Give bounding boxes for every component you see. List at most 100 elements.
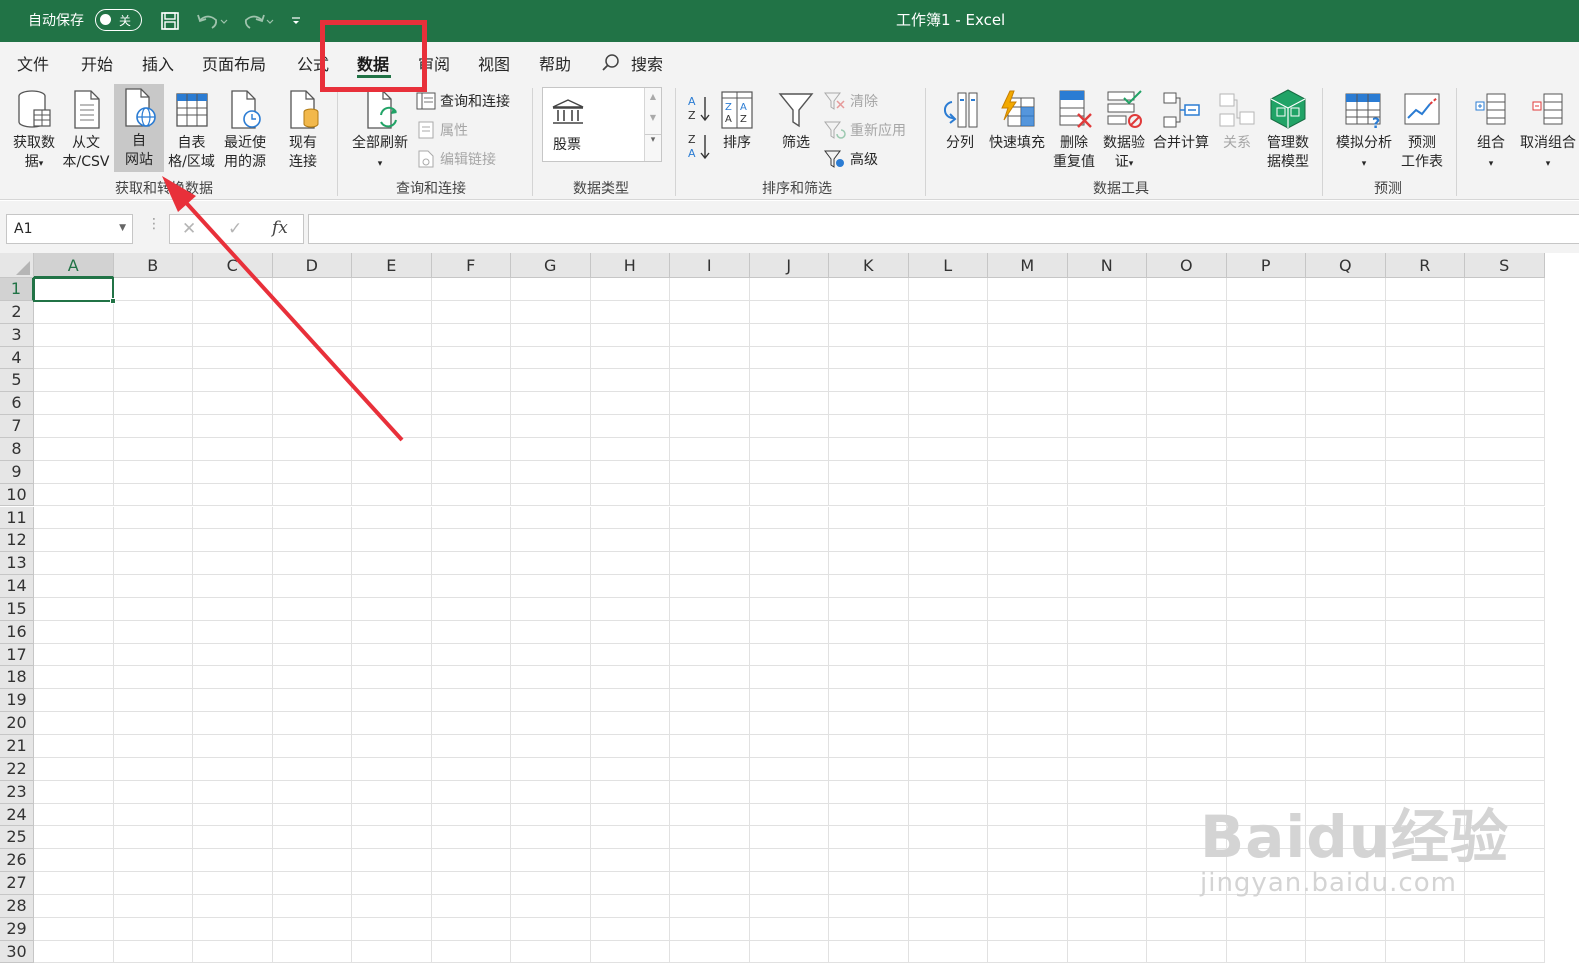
row-header-29[interactable]: 29 <box>0 917 34 941</box>
row-header-18[interactable]: 18 <box>0 666 34 690</box>
cell-s18[interactable] <box>1465 666 1545 690</box>
cell-r30[interactable] <box>1385 940 1465 964</box>
tab-file[interactable]: 文件 <box>17 51 49 75</box>
cell-j16[interactable] <box>749 620 829 644</box>
cell-n27[interactable] <box>1067 872 1147 895</box>
cell-b21[interactable] <box>113 735 193 758</box>
cell-d1[interactable] <box>272 278 352 301</box>
sort-button[interactable]: ZAAZ 排序 <box>716 86 758 172</box>
cell-e17[interactable] <box>352 643 432 667</box>
cell-g21[interactable] <box>511 735 591 758</box>
cell-b4[interactable] <box>113 346 193 370</box>
cell-k15[interactable] <box>829 597 909 621</box>
cell-f28[interactable] <box>431 894 511 918</box>
cell-n17[interactable] <box>1067 643 1147 667</box>
cell-g6[interactable] <box>511 392 591 416</box>
cell-d29[interactable] <box>272 917 352 941</box>
cell-s10[interactable] <box>1465 483 1545 507</box>
cell-j29[interactable] <box>749 917 829 941</box>
filter-button[interactable]: 筛选 <box>773 86 819 172</box>
cell-m18[interactable] <box>988 666 1068 690</box>
cell-r15[interactable] <box>1385 597 1465 621</box>
cell-m23[interactable] <box>988 780 1068 804</box>
cell-c13[interactable] <box>193 552 273 576</box>
cell-j7[interactable] <box>749 415 829 438</box>
cell-i27[interactable] <box>670 872 750 895</box>
cell-a29[interactable] <box>34 917 114 941</box>
cell-g2[interactable] <box>511 300 591 324</box>
cell-q5[interactable] <box>1306 369 1386 393</box>
row-header-25[interactable]: 25 <box>0 826 34 850</box>
cell-i22[interactable] <box>670 757 750 781</box>
cell-h15[interactable] <box>590 597 670 621</box>
cell-m15[interactable] <box>988 597 1068 621</box>
cell-q17[interactable] <box>1306 643 1386 667</box>
cell-d10[interactable] <box>272 483 352 507</box>
cell-d6[interactable] <box>272 392 352 416</box>
cell-d7[interactable] <box>272 415 352 438</box>
cell-e19[interactable] <box>352 689 432 713</box>
cell-k8[interactable] <box>829 437 909 461</box>
cell-s22[interactable] <box>1465 757 1545 781</box>
cell-f18[interactable] <box>431 666 511 690</box>
cell-k21[interactable] <box>829 735 909 758</box>
cell-m30[interactable] <box>988 940 1068 964</box>
row-header-13[interactable]: 13 <box>0 552 34 576</box>
search-icon[interactable] <box>601 53 621 77</box>
column-header-g[interactable]: G <box>511 253 591 278</box>
cell-l12[interactable] <box>908 529 988 553</box>
cell-a19[interactable] <box>34 689 114 713</box>
cell-a9[interactable] <box>34 460 114 484</box>
from-table-range-button[interactable]: 自表 格/区域 <box>165 86 218 172</box>
cell-c6[interactable] <box>193 392 273 416</box>
cell-s14[interactable] <box>1465 575 1545 598</box>
cell-k14[interactable] <box>829 575 909 598</box>
cell-m19[interactable] <box>988 689 1068 713</box>
cell-a30[interactable] <box>34 940 114 964</box>
forecast-sheet-button[interactable]: 预测 工作表 <box>1398 86 1446 172</box>
cell-o12[interactable] <box>1147 529 1227 553</box>
redo-icon[interactable] <box>240 9 276 33</box>
cell-e29[interactable] <box>352 917 432 941</box>
row-header-2[interactable]: 2 <box>0 300 34 324</box>
cell-p11[interactable] <box>1226 506 1306 530</box>
column-header-r[interactable]: R <box>1385 253 1465 278</box>
from-text-csv-button[interactable]: 从文 本/CSV <box>60 86 112 172</box>
cell-q14[interactable] <box>1306 575 1386 598</box>
cell-b19[interactable] <box>113 689 193 713</box>
column-header-h[interactable]: H <box>590 253 670 278</box>
chevron-down-icon[interactable]: ▼ <box>119 223 126 233</box>
column-header-b[interactable]: B <box>113 253 193 278</box>
cell-o28[interactable] <box>1147 894 1227 918</box>
tab-search[interactable]: 搜索 <box>631 51 663 75</box>
cell-b17[interactable] <box>113 643 193 667</box>
active-cell-a1[interactable] <box>33 277 114 302</box>
cell-s16[interactable] <box>1465 620 1545 644</box>
cell-s6[interactable] <box>1465 392 1545 416</box>
cell-i5[interactable] <box>670 369 750 393</box>
cell-h2[interactable] <box>590 300 670 324</box>
cell-b22[interactable] <box>113 757 193 781</box>
cell-f21[interactable] <box>431 735 511 758</box>
cell-r12[interactable] <box>1385 529 1465 553</box>
cell-b15[interactable] <box>113 597 193 621</box>
cell-j4[interactable] <box>749 346 829 370</box>
cell-j30[interactable] <box>749 940 829 964</box>
cell-j23[interactable] <box>749 780 829 804</box>
cell-m24[interactable] <box>988 803 1068 827</box>
cell-o10[interactable] <box>1147 483 1227 507</box>
cell-p4[interactable] <box>1226 346 1306 370</box>
cell-c15[interactable] <box>193 597 273 621</box>
cell-c8[interactable] <box>193 437 273 461</box>
row-header-20[interactable]: 20 <box>0 712 34 735</box>
cell-k24[interactable] <box>829 803 909 827</box>
cell-s17[interactable] <box>1465 643 1545 667</box>
cell-l30[interactable] <box>908 940 988 964</box>
cell-l18[interactable] <box>908 666 988 690</box>
cell-m20[interactable] <box>988 712 1068 735</box>
cell-h25[interactable] <box>590 826 670 850</box>
cell-e30[interactable] <box>352 940 432 964</box>
cell-r17[interactable] <box>1385 643 1465 667</box>
cell-o7[interactable] <box>1147 415 1227 438</box>
cell-h30[interactable] <box>590 940 670 964</box>
